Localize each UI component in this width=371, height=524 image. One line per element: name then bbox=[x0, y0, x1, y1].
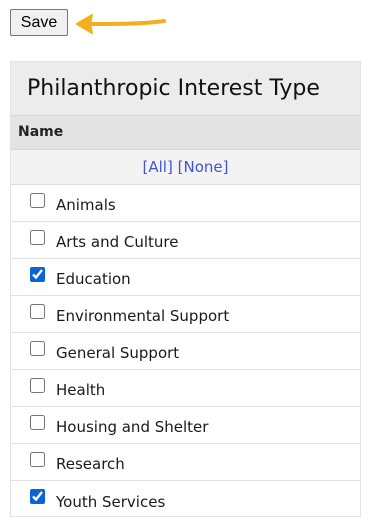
list-item[interactable]: Housing and Shelter bbox=[11, 407, 360, 444]
interest-checkbox[interactable] bbox=[30, 229, 45, 245]
list-item[interactable]: General Support bbox=[11, 333, 360, 370]
interest-checkbox[interactable] bbox=[30, 377, 45, 393]
interest-label: Housing and Shelter bbox=[56, 418, 209, 436]
list-item[interactable]: Health bbox=[11, 370, 360, 407]
interest-type-list: Animals Arts and Culture Education Environm… bbox=[11, 185, 360, 518]
save-button[interactable]: Save bbox=[10, 9, 68, 36]
interest-label: Health bbox=[56, 381, 106, 399]
select-none-link[interactable]: [None] bbox=[178, 158, 229, 176]
interest-label: Youth Services bbox=[56, 492, 166, 511]
interest-checkbox[interactable] bbox=[30, 414, 45, 430]
arrow-left-icon bbox=[76, 14, 166, 34]
philanthropic-interest-panel: Philanthropic Interest Type Name [All] [… bbox=[10, 61, 361, 517]
list-item[interactable]: Arts and Culture bbox=[11, 222, 360, 259]
interest-label: General Support bbox=[56, 344, 180, 362]
interest-checkbox[interactable] bbox=[30, 303, 45, 319]
interest-checkbox[interactable] bbox=[30, 451, 45, 467]
interest-label: Education bbox=[56, 270, 131, 288]
interest-checkbox[interactable] bbox=[30, 340, 45, 356]
list-item[interactable]: Environmental Support bbox=[11, 296, 360, 333]
list-item[interactable]: Youth Services bbox=[11, 481, 360, 518]
panel-title: Philanthropic Interest Type bbox=[11, 62, 360, 115]
interest-checkbox[interactable] bbox=[30, 489, 45, 504]
select-all-none-row: [All] [None] bbox=[11, 150, 360, 185]
interest-label: Environmental Support bbox=[56, 307, 230, 325]
interest-label: Animals bbox=[56, 196, 116, 214]
interest-checkbox[interactable] bbox=[30, 192, 45, 208]
interest-checkbox[interactable] bbox=[30, 266, 45, 282]
interest-label: Research bbox=[56, 455, 125, 473]
select-all-link[interactable]: [All] bbox=[143, 158, 173, 176]
column-header-name: Name bbox=[11, 115, 360, 150]
list-item[interactable]: Animals bbox=[11, 185, 360, 222]
list-item[interactable]: Research bbox=[11, 444, 360, 481]
interest-label: Arts and Culture bbox=[56, 233, 179, 251]
list-item[interactable]: Education bbox=[11, 259, 360, 296]
